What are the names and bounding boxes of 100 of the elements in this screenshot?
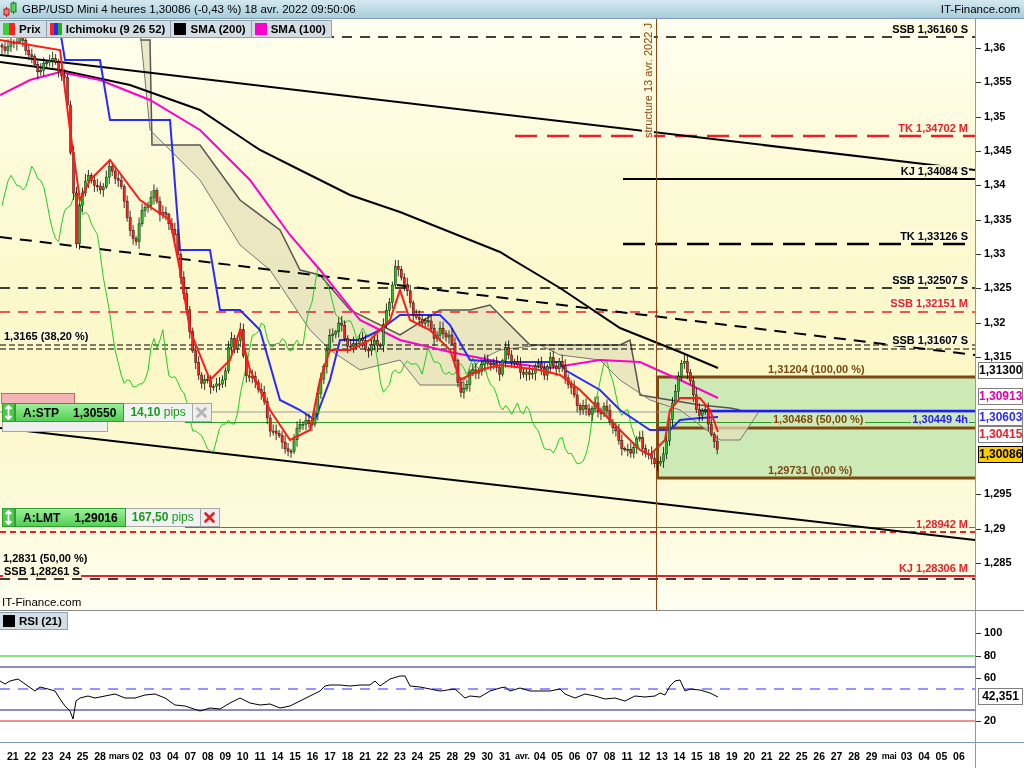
date-label: 18 <box>708 749 721 762</box>
axis-label: 80 <box>984 649 997 662</box>
rsi-value-tag: 42,351 <box>978 688 1023 705</box>
level-label: TK 1,33126 S <box>899 230 969 242</box>
order-price: 1,30550 <box>73 405 117 420</box>
price-tag: 1,31300 <box>978 362 1023 379</box>
date-label: 06 <box>953 749 965 762</box>
axis-label: 1,285 <box>984 556 1012 569</box>
axis-label: 100 <box>984 626 1003 639</box>
date-label: 08 <box>201 749 214 762</box>
date-label: 07 <box>586 749 598 762</box>
axis-label: 1,315 <box>984 350 1012 363</box>
axis-label: 1,34 <box>984 178 1006 191</box>
pips-distance: 14,10 pips <box>124 403 193 422</box>
order-price: 1,29016 <box>74 510 118 525</box>
date-label: 14 <box>271 749 284 762</box>
structure-label: structure 13 avr. 2022 J <box>642 22 654 139</box>
date-label: 25 <box>76 749 89 762</box>
color-swatch-icon <box>3 23 15 35</box>
date-label: avr. <box>515 750 530 761</box>
date-label: 28 <box>94 749 106 762</box>
level-label: SSB 1,28261 S <box>3 565 81 577</box>
date-label: 09 <box>219 749 232 762</box>
legend-item[interactable]: Prix <box>0 20 47 38</box>
fibonacci-label: 1,30468 (50,00 %) <box>772 413 865 425</box>
date-label: 07 <box>184 749 197 762</box>
date-label: 30 <box>481 749 494 762</box>
level-label: 1,3165 (38,20 %) <box>3 330 90 342</box>
window-title: GBP/USD Mini 4 heures 1,30086 (-0,43 %) 18 avr. 2022 09:50:06 <box>22 3 356 15</box>
date-label: 03 <box>149 749 162 762</box>
date-label: 28 <box>446 749 459 762</box>
color-swatch-icon <box>49 23 62 35</box>
date-label: 05 <box>551 749 563 762</box>
fibonacci-label: 1,31204 (100,00 %) <box>768 363 865 375</box>
price-tag: 1,30913 <box>978 388 1023 405</box>
pips-distance: 167,50 pips <box>125 508 201 527</box>
legend-item[interactable]: RSI (21) <box>0 612 68 630</box>
date-label: 25 <box>795 749 808 762</box>
price-tag: 1,30086 <box>978 446 1023 463</box>
date-label: 21 <box>359 749 371 762</box>
date-label: 21 <box>6 749 19 762</box>
date-label: 22 <box>376 749 389 762</box>
close-icon <box>196 407 208 418</box>
axis-label: 1,345 <box>984 144 1012 157</box>
drag-handle-icon[interactable] <box>2 508 15 527</box>
candlestick-icon <box>3 0 17 18</box>
drag-handle-icon[interactable] <box>2 403 15 422</box>
date-label: 12 <box>638 749 651 762</box>
date-label: 23 <box>394 749 406 762</box>
level-label: KJ 1,34084 S <box>899 165 969 177</box>
date-label: 29 <box>463 749 476 762</box>
level-label: TK 1,34702 M <box>897 122 969 134</box>
order-type: A:STP <box>23 405 59 420</box>
order-type: A:LMT <box>23 510 61 525</box>
axis-label: 1,29 <box>984 522 1006 535</box>
date-label: 04 <box>918 749 930 762</box>
order-tag[interactable]: A:LMT 1,29016 <box>15 508 126 527</box>
axis-label: 1,295 <box>984 487 1012 500</box>
date-label: 28 <box>848 749 860 762</box>
level-label: KJ 1,28306 M <box>897 562 969 574</box>
date-label: 02 <box>132 749 144 762</box>
date-label: mars <box>108 750 130 761</box>
axis-label: 1,355 <box>984 75 1012 88</box>
date-label: 27 <box>830 749 843 762</box>
fibonacci-label: 1,29731 (0,00 %) <box>768 464 853 476</box>
date-label: 04 <box>166 749 179 762</box>
date-label: 29 <box>865 749 878 762</box>
date-label: mai <box>881 750 897 761</box>
date-label: 31 <box>498 749 511 762</box>
axis-label: 60 <box>984 671 997 684</box>
retracement-label: 1,2831 (50,00 %) <box>3 552 88 564</box>
close-icon <box>204 512 216 523</box>
date-label: 24 <box>411 749 424 762</box>
date-label: 26 <box>813 749 825 762</box>
date-label: 17 <box>324 749 336 762</box>
date-label: 25 <box>429 749 441 762</box>
axis-label: 1,335 <box>984 213 1012 226</box>
date-label: 21 <box>760 749 773 762</box>
axis-label: 1,32 <box>984 316 1006 329</box>
date-label: 23 <box>41 749 54 762</box>
price-tag: 1,30603 <box>978 409 1023 426</box>
legend-item[interactable]: Ichimoku (9 26 52) <box>46 20 172 38</box>
date-label: 15 <box>289 749 301 762</box>
level-label: 1,28942 M <box>915 518 969 530</box>
date-label: 22 <box>24 749 37 762</box>
legend-item[interactable]: SMA (100) <box>251 20 332 38</box>
price-tag: 1,30415 <box>978 426 1023 443</box>
date-label: 16 <box>306 749 319 762</box>
legend-item[interactable]: SMA (200) <box>171 20 252 38</box>
color-swatch-icon <box>174 23 187 35</box>
axis-label: 20 <box>984 714 997 727</box>
color-swatch-icon <box>254 23 267 35</box>
date-label: 20 <box>743 749 756 762</box>
date-label: 24 <box>59 749 71 762</box>
brand-name: IT-Finance.com <box>2 596 82 609</box>
level-label: SSB 1,32151 M <box>889 297 969 309</box>
date-label: 19 <box>725 749 738 762</box>
axis-label: 1,33 <box>984 247 1006 260</box>
level-label: SSB 1,31607 S <box>891 334 969 346</box>
level-label: SSB 1,36160 S <box>891 23 969 35</box>
